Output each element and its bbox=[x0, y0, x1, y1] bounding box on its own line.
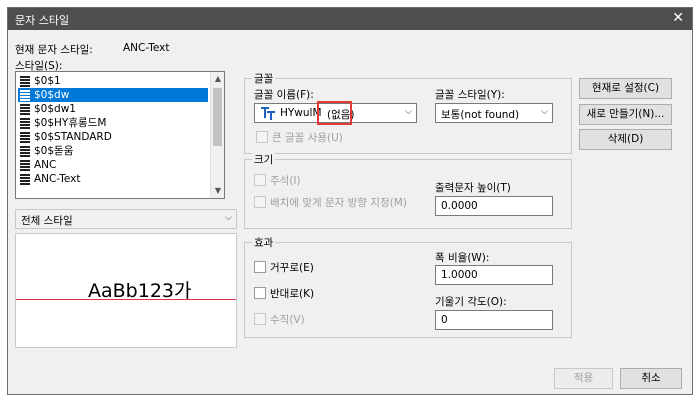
upside-down-label: 거꾸로(E) bbox=[270, 262, 314, 274]
current-style-value: ANC-Text bbox=[123, 42, 170, 54]
text-style-icon bbox=[20, 131, 30, 143]
cancel-button[interactable]: 취소 bbox=[620, 368, 682, 389]
style-list[interactable]: $0$1 $0$dw $0$dw1 $0$HY휴롱드M $0$STANDARD $0$돋움… bbox=[15, 71, 225, 199]
match-orientation-checkbox[interactable] bbox=[254, 196, 266, 208]
size-group bbox=[244, 159, 572, 229]
style-list-item[interactable]: $0$돋움 bbox=[18, 144, 208, 158]
paper-height-label: 출력문자 높이(T) bbox=[435, 182, 511, 194]
title-bar: 문자 스타일 ✕ bbox=[8, 8, 692, 30]
oblique-angle-label: 기울기 각도(O): bbox=[435, 296, 507, 308]
vertical-label: 수직(V) bbox=[270, 314, 305, 326]
text-style-icon bbox=[20, 173, 30, 185]
text-style-dialog: 문자 스타일 ✕ 현재 문자 스타일: ANC-Text 스타일(S): $0$… bbox=[7, 7, 693, 395]
style-list-item-label: $0$dw1 bbox=[34, 103, 76, 115]
paper-height-value: 0.0000 bbox=[441, 200, 478, 212]
window-title: 문자 스타일 bbox=[15, 14, 70, 27]
close-icon[interactable]: ✕ bbox=[672, 10, 684, 26]
backwards-checkbox[interactable] bbox=[254, 287, 266, 299]
style-list-item[interactable]: $0$dw1 bbox=[18, 102, 208, 116]
style-list-item[interactable]: $0$dw bbox=[18, 88, 208, 102]
style-list-item[interactable]: ANC bbox=[18, 158, 208, 172]
style-list-item[interactable]: $0$HY휴롱드M bbox=[18, 116, 208, 130]
style-list-item-label: ANC bbox=[34, 159, 57, 171]
style-list-item[interactable]: ANC-Text bbox=[18, 172, 208, 186]
width-factor-label: 폭 비율(W): bbox=[435, 252, 490, 264]
upside-down-checkbox[interactable] bbox=[254, 261, 266, 273]
scroll-thumb[interactable] bbox=[213, 88, 222, 146]
text-style-icon bbox=[20, 89, 30, 101]
style-list-item-label: $0$STANDARD bbox=[34, 131, 112, 143]
font-name-label: 글꼴 이름(F): bbox=[254, 89, 314, 101]
text-style-icon bbox=[20, 103, 30, 115]
bigfont-checkbox[interactable] bbox=[256, 131, 268, 143]
style-list-item-label: $0$HY휴롱드M bbox=[34, 117, 107, 129]
chevron-down-icon: ⌵ bbox=[225, 213, 232, 223]
set-current-button[interactable]: 현재로 설정(C) bbox=[579, 78, 672, 99]
style-list-item-label: $0$dw bbox=[34, 89, 70, 101]
oblique-angle-value: 0 bbox=[441, 314, 448, 326]
apply-button[interactable]: 적용 bbox=[554, 368, 613, 389]
style-list-item-label: ANC-Text bbox=[34, 173, 81, 185]
delete-button[interactable]: 삭제(D) bbox=[579, 129, 672, 150]
width-factor-input[interactable]: 1.0000 bbox=[435, 265, 553, 285]
highlight-box bbox=[317, 101, 352, 125]
font-name-value: HYwulM bbox=[280, 107, 322, 119]
match-orientation-label: 배치에 맞게 문자 방향 지정(M) bbox=[270, 197, 407, 209]
font-style-label: 글꼴 스타일(Y): bbox=[435, 89, 505, 101]
bigfont-label: 큰 글꼴 사용(U) bbox=[272, 132, 343, 144]
style-list-item-label: $0$1 bbox=[34, 75, 61, 87]
text-style-icon bbox=[20, 159, 30, 171]
chevron-down-icon: ⌵ bbox=[405, 107, 412, 117]
font-style-value: 보통(not found) bbox=[441, 109, 520, 121]
font-style-dropdown[interactable]: 보통(not found) ⌵ bbox=[435, 103, 553, 123]
paper-height-input[interactable]: 0.0000 bbox=[435, 196, 553, 216]
effects-group-title: 효과 bbox=[252, 235, 276, 250]
backwards-label: 반대로(K) bbox=[270, 288, 315, 300]
scroll-up-icon[interactable]: ▲ bbox=[211, 72, 224, 86]
current-style-label: 현재 문자 스타일: bbox=[15, 44, 93, 56]
width-factor-value: 1.0000 bbox=[441, 269, 478, 281]
vertical-checkbox[interactable] bbox=[254, 313, 266, 325]
scroll-down-icon[interactable]: ▼ bbox=[211, 184, 224, 198]
annotative-label: 주석(I) bbox=[270, 175, 301, 187]
oblique-angle-input[interactable]: 0 bbox=[435, 310, 553, 330]
truetype-icon bbox=[261, 107, 275, 120]
style-list-item-label: $0$돋움 bbox=[34, 145, 74, 157]
style-list-item[interactable]: $0$1 bbox=[18, 74, 208, 88]
style-filter-value: 전체 스타일 bbox=[21, 215, 73, 227]
preview-text: AaBb123가 bbox=[88, 280, 192, 302]
font-group-title: 글꼴 bbox=[252, 71, 276, 86]
text-style-icon bbox=[20, 75, 30, 87]
text-style-icon bbox=[20, 117, 30, 129]
size-group-title: 크기 bbox=[252, 152, 276, 167]
chevron-down-icon: ⌵ bbox=[541, 107, 548, 117]
annotative-checkbox[interactable] bbox=[254, 174, 266, 186]
text-style-icon bbox=[20, 145, 30, 157]
style-list-scrollbar[interactable]: ▲ ▼ bbox=[210, 72, 224, 198]
preview-panel: AaBb123가 bbox=[15, 233, 237, 348]
style-list-item[interactable]: $0$STANDARD bbox=[18, 130, 208, 144]
style-filter-dropdown[interactable]: 전체 스타일 ⌵ bbox=[15, 209, 237, 229]
new-style-button[interactable]: 새로 만들기(N)... bbox=[579, 104, 672, 125]
